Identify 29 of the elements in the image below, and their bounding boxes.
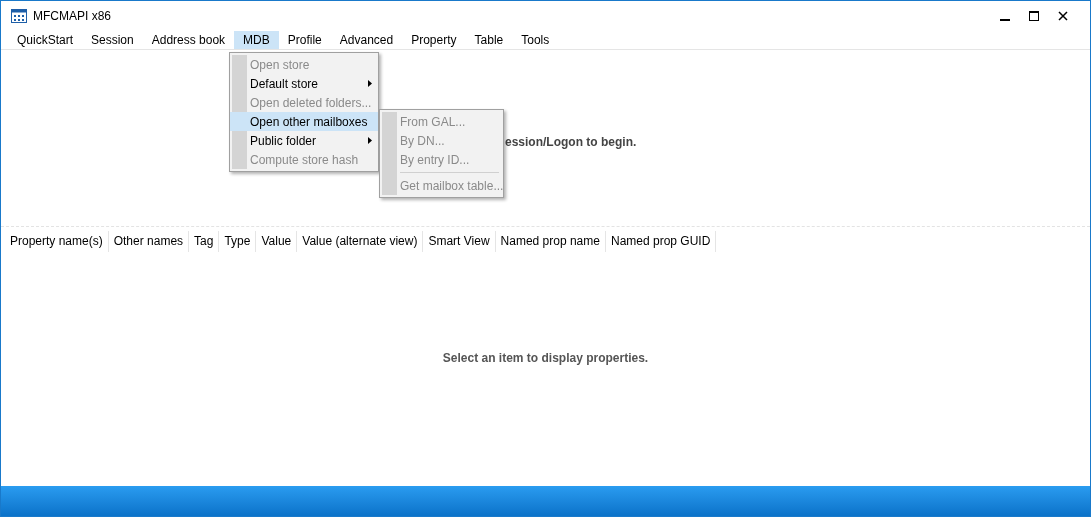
menu-bar-item[interactable]: Address book (142, 31, 235, 49)
menu-item[interactable]: Public folder (230, 131, 378, 150)
menu-bar-item[interactable]: Session (82, 31, 143, 49)
app-icon (11, 9, 27, 23)
menu-bar-item[interactable]: Profile (278, 31, 331, 49)
menu-item[interactable]: Open other mailboxes (230, 112, 378, 131)
submenu-arrow-icon (368, 80, 372, 87)
column-header[interactable]: Named prop GUID (605, 231, 717, 252)
menu-bar-item[interactable]: Advanced (330, 31, 403, 49)
empty-message: Select an item to display properties. (442, 350, 649, 365)
menu-bar-item[interactable]: QuickStart (8, 31, 82, 49)
column-header[interactable]: Named prop name (495, 231, 606, 252)
close-icon[interactable] (1058, 11, 1068, 21)
maximize-icon[interactable] (1029, 11, 1039, 21)
column-header[interactable]: Value (alternate view) (297, 231, 424, 252)
column-header[interactable]: Other names (108, 231, 190, 252)
column-header[interactable]: Type (219, 231, 257, 252)
column-header[interactable]: Value (256, 231, 298, 252)
menu-bar-item[interactable]: Table (465, 31, 513, 49)
submenu-arrow-icon (368, 137, 372, 144)
status-message: ession/Logon to begin. (505, 135, 637, 149)
window-title: MFCMAPI x86 (33, 8, 111, 25)
menu-item[interactable]: Default store (230, 74, 378, 93)
column-header[interactable]: Property name(s) (5, 231, 109, 252)
column-header[interactable]: Smart View (423, 231, 496, 252)
menu-bar-item[interactable]: MDB (234, 31, 279, 49)
menu-bar-item[interactable]: Property (402, 31, 466, 49)
menu-bar-item[interactable]: Tools (512, 31, 559, 49)
column-header[interactable]: Tag (189, 231, 220, 252)
